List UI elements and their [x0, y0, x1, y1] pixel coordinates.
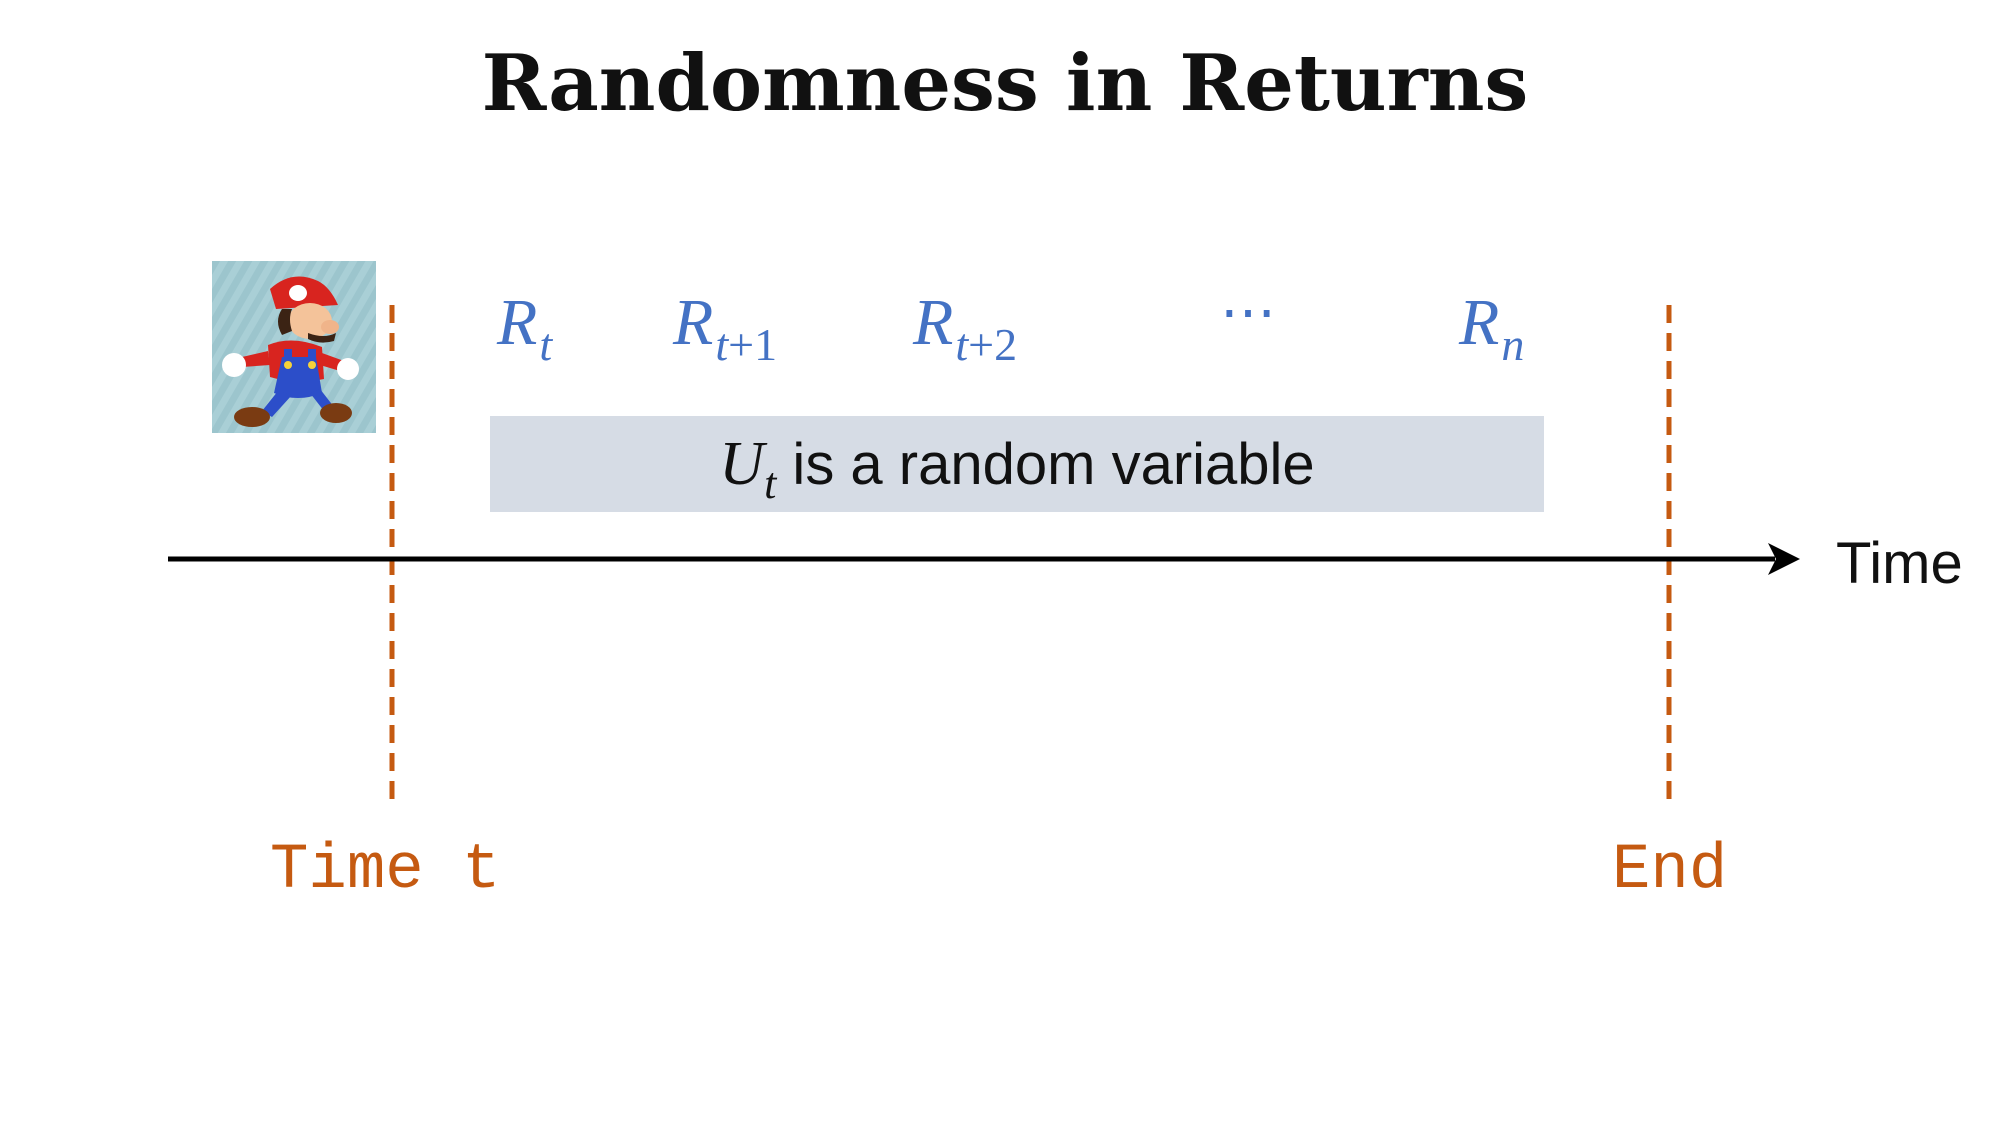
- banner-text: Ut is a random variable: [719, 429, 1315, 508]
- reward-r-t: Rt: [497, 286, 552, 368]
- subscript-var: t: [955, 319, 969, 370]
- subscript-var: t: [715, 319, 729, 370]
- start-marker-label: Time t: [270, 835, 501, 907]
- end-marker-label: End: [1612, 835, 1728, 907]
- random-variable-banner: Ut is a random variable: [490, 416, 1544, 512]
- reward-subscript: t: [539, 319, 552, 370]
- reward-r-n: Rn: [1459, 286, 1524, 368]
- banner-variable: Ut: [719, 429, 776, 508]
- subscript-operator: +: [968, 319, 995, 370]
- reward-ellipsis: ⋯: [1220, 282, 1278, 344]
- subscript-number: 1: [754, 319, 778, 370]
- reward-subscript: t+1: [715, 319, 777, 370]
- variable-symbol: U: [719, 429, 765, 498]
- reward-symbol: R: [673, 286, 714, 359]
- subscript-number: 2: [994, 319, 1018, 370]
- reward-r-t-plus-2: Rt+2: [913, 286, 1017, 368]
- subscript-operator: +: [728, 319, 755, 370]
- reward-r-t-plus-1: Rt+1: [673, 286, 777, 368]
- reward-symbol: R: [1459, 286, 1500, 359]
- variable-subscript: t: [764, 458, 777, 508]
- timeline-graphics: [168, 305, 1800, 805]
- reward-subscript: t+2: [955, 319, 1017, 370]
- banner-description: is a random variable: [776, 431, 1315, 497]
- reward-symbol: R: [497, 286, 538, 359]
- subscript-var: t: [539, 319, 553, 370]
- reward-symbol: R: [913, 286, 954, 359]
- subscript-var: n: [1501, 319, 1525, 370]
- reward-subscript: n: [1501, 319, 1524, 370]
- time-axis-label: Time: [1836, 531, 1963, 596]
- slide: Randomness in Returns Rt Rt+1 Rt+2 ⋯ Rn …: [0, 0, 2000, 1125]
